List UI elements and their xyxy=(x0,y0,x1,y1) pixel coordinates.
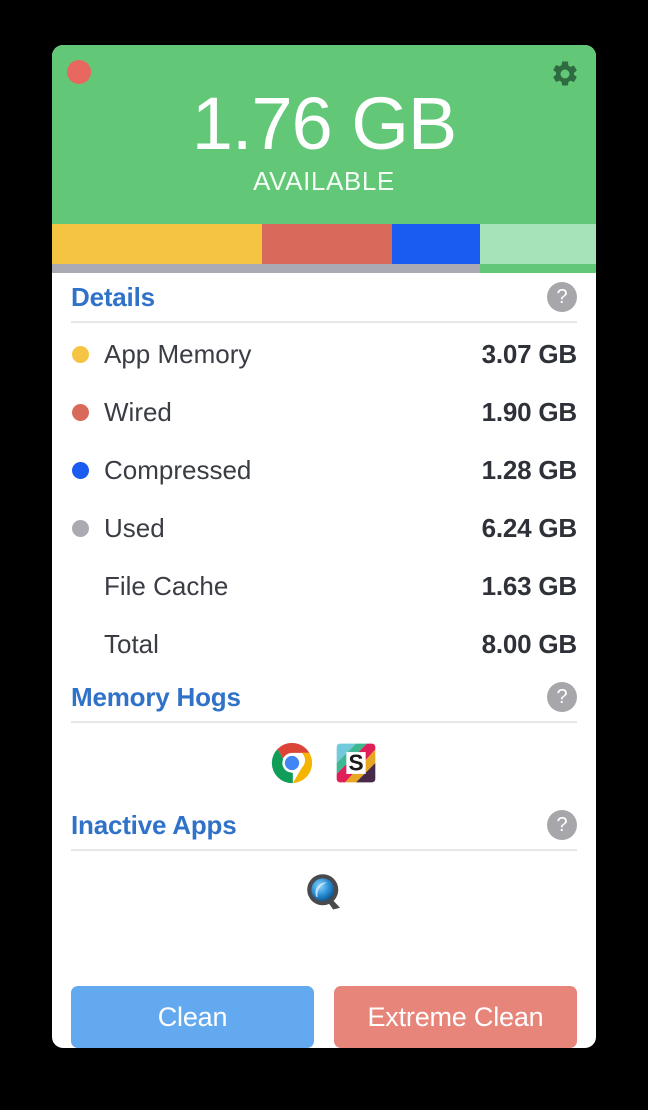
detail-row: Compressed 1.28 GB xyxy=(71,441,577,499)
memory-hogs-divider xyxy=(71,721,577,723)
detail-color-dot xyxy=(72,519,89,537)
detail-row: Total 8.00 GB xyxy=(71,615,577,673)
details-section-header: Details ? xyxy=(71,273,577,321)
memory-cleaner-window: 1.76 GB AVAILABLE Details ? App Memory 3.… xyxy=(52,45,596,1048)
gear-icon[interactable] xyxy=(548,57,582,91)
available-memory-caption: AVAILABLE xyxy=(253,166,395,196)
chrome-icon[interactable] xyxy=(271,742,313,784)
memory-bar-segment xyxy=(391,224,481,264)
memory-bar-segment xyxy=(52,224,262,264)
detail-value: 6.24 GB xyxy=(481,512,578,543)
memory-bar-segment xyxy=(261,224,392,264)
detail-row: File Cache 1.63 GB xyxy=(71,557,577,615)
memory-bar-segments xyxy=(52,224,596,264)
detail-value: 3.07 GB xyxy=(481,338,578,369)
window-body: Details ? App Memory 3.07 GB Wired 1.90 GB C… xyxy=(52,273,596,978)
memory-hogs-app-list: S xyxy=(71,725,577,801)
memory-bar-segment xyxy=(480,224,596,264)
detail-color-dot xyxy=(72,578,89,595)
inactive-apps-section-header: Inactive Apps ? xyxy=(71,801,577,849)
detail-value: 1.63 GB xyxy=(481,570,578,601)
memory-hogs-title: Memory Hogs xyxy=(71,681,241,712)
detail-color-dot xyxy=(72,461,89,479)
close-icon[interactable] xyxy=(67,60,91,84)
details-list: App Memory 3.07 GB Wired 1.90 GB Compressed 1… xyxy=(71,325,577,673)
slack-icon[interactable]: S xyxy=(335,742,377,784)
detail-label: File Cache xyxy=(104,570,229,601)
help-icon-inactive-apps[interactable]: ? xyxy=(547,810,577,840)
action-button-row: Clean Extreme Clean xyxy=(52,978,596,1048)
detail-label: Total xyxy=(104,628,159,659)
memory-usage-bar xyxy=(52,218,596,273)
details-title: Details xyxy=(71,281,155,312)
inactive-apps-title: Inactive Apps xyxy=(71,809,237,840)
detail-label: Wired xyxy=(104,396,172,427)
detail-label: App Memory xyxy=(104,338,252,369)
detail-row: Used 6.24 GB xyxy=(71,499,577,557)
detail-row: Wired 1.90 GB xyxy=(71,383,577,441)
detail-label: Used xyxy=(104,512,165,543)
help-icon-memory-hogs[interactable]: ? xyxy=(547,682,577,712)
help-icon-details[interactable]: ? xyxy=(547,282,577,312)
detail-value: 8.00 GB xyxy=(481,628,578,659)
clean-button[interactable]: Clean xyxy=(71,986,314,1048)
extreme-clean-button[interactable]: Extreme Clean xyxy=(334,986,577,1048)
quicktime-icon[interactable] xyxy=(303,870,345,912)
window-header: 1.76 GB AVAILABLE xyxy=(52,45,596,218)
inactive-apps-app-list xyxy=(71,853,577,929)
detail-color-dot xyxy=(72,403,89,421)
available-memory-amount: 1.76 GB xyxy=(191,82,458,165)
detail-value: 1.90 GB xyxy=(481,396,578,427)
memory-bar-used-underline xyxy=(52,264,481,273)
details-divider xyxy=(71,321,577,323)
memory-hogs-section-header: Memory Hogs ? xyxy=(71,673,577,721)
detail-label: Compressed xyxy=(104,454,252,485)
svg-text:S: S xyxy=(348,750,363,776)
detail-value: 1.28 GB xyxy=(481,454,578,485)
detail-color-dot xyxy=(72,345,89,363)
detail-row: App Memory 3.07 GB xyxy=(71,325,577,383)
detail-color-dot xyxy=(72,636,89,653)
inactive-apps-divider xyxy=(71,849,577,851)
